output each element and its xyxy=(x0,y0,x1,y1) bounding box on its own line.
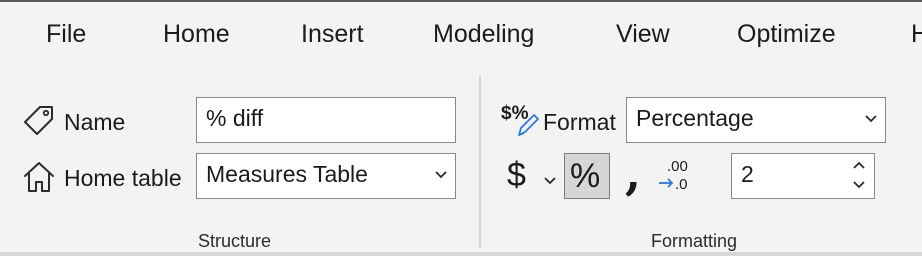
tab-home[interactable]: Home xyxy=(163,16,230,52)
formatting-group-label: Formatting xyxy=(651,231,738,251)
home-table-select[interactable]: Measures Table xyxy=(196,153,456,199)
name-input-value: % diff xyxy=(206,105,264,131)
tag-icon xyxy=(23,104,55,141)
tab-file[interactable]: File xyxy=(46,16,86,52)
menu-bar: File Home Insert Modeling View Optimize … xyxy=(0,2,922,66)
home-table-select-value: Measures Table xyxy=(206,161,368,187)
percent-button[interactable]: % xyxy=(564,153,610,199)
percent-icon: % xyxy=(570,157,601,195)
home-table-label: Home table xyxy=(64,165,182,191)
chevron-down-icon xyxy=(544,177,556,185)
decimal-places-value: 2 xyxy=(741,161,754,187)
home-icon xyxy=(22,160,56,199)
spin-down-button[interactable] xyxy=(852,178,866,196)
tab-view[interactable]: View xyxy=(616,16,670,52)
format-label: Format xyxy=(543,109,616,135)
spin-up-button[interactable] xyxy=(852,158,866,176)
svg-text:.0: .0 xyxy=(675,176,688,193)
currency-button[interactable]: $ xyxy=(507,154,526,196)
chevron-down-icon xyxy=(435,171,447,179)
chevron-down-icon xyxy=(853,181,865,189)
tab-help-partial[interactable]: H xyxy=(911,16,922,52)
svg-text:.00: .00 xyxy=(667,158,688,175)
ribbon-bottom-border xyxy=(0,252,922,256)
name-label: Name xyxy=(64,109,126,135)
structure-group-label: Structure xyxy=(198,231,272,251)
group-divider xyxy=(479,76,481,248)
ribbon-window: File Home Insert Modeling View Optimize … xyxy=(0,0,922,256)
chevron-up-icon xyxy=(853,161,865,169)
format-select[interactable]: Percentage xyxy=(626,97,886,143)
decimal-places-icon: .00 .0 xyxy=(657,157,693,198)
tab-insert[interactable]: Insert xyxy=(301,16,364,52)
comma-style-button[interactable]: , xyxy=(625,150,641,196)
name-input[interactable]: % diff xyxy=(196,97,456,143)
tab-optimize[interactable]: Optimize xyxy=(737,16,836,52)
svg-text:$%: $% xyxy=(501,103,529,124)
currency-percent-pen-icon: $% xyxy=(501,101,539,142)
tab-modeling[interactable]: Modeling xyxy=(433,16,534,52)
currency-dropdown-chevron[interactable] xyxy=(543,173,557,192)
dollar-icon: $ xyxy=(507,156,526,194)
format-select-value: Percentage xyxy=(636,105,754,131)
chevron-down-icon xyxy=(865,115,877,123)
comma-icon: , xyxy=(625,146,642,200)
